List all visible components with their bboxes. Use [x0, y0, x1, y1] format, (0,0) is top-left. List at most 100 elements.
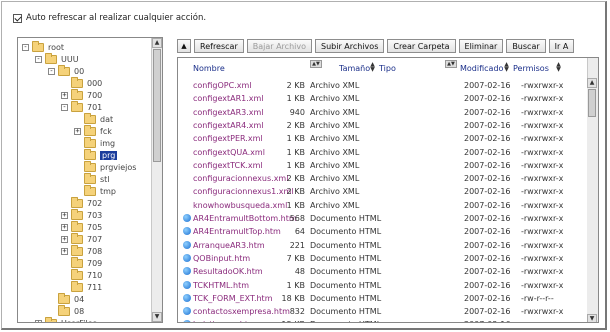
tree-node-label[interactable]: 08 [74, 307, 84, 316]
column-header-modified[interactable]: Modificado [460, 64, 503, 73]
scroll-up-arrow-icon[interactable]: ▲ [152, 38, 162, 48]
file-row[interactable]: configextTCK.xml 1 KB Archivo XML 2007-02-1… [178, 159, 588, 172]
file-name[interactable]: TCK_FORM_EXT.htm [193, 294, 272, 303]
tree-node-label[interactable]: UserFiles [61, 319, 97, 323]
scrollbar-thumb[interactable] [153, 49, 161, 162]
scrollbar-thumb[interactable] [588, 89, 596, 117]
tree-node-label[interactable]: prgviejos [100, 163, 136, 172]
tree-node-fck[interactable]: + fck [74, 124, 112, 137]
tree-node-label[interactable]: 711 [87, 283, 102, 292]
column-header-permissions[interactable]: Permisos [513, 64, 549, 73]
file-name[interactable]: knowhowbusqueda.xml [193, 201, 287, 210]
expand-icon[interactable]: + [61, 247, 68, 255]
column-header-type[interactable]: Tipo [379, 64, 396, 73]
file-name[interactable]: ArranqueAR3.htm [193, 241, 265, 250]
collapse-icon[interactable]: - [22, 43, 29, 51]
tree-node-00[interactable]: - 00 [48, 64, 84, 77]
scroll-down-arrow-icon[interactable]: ▼ [152, 312, 162, 322]
tree-node-04[interactable]: 04 [48, 292, 84, 305]
file-name[interactable]: configextTCK.xml [193, 161, 263, 170]
tree-node-img[interactable]: img [74, 136, 115, 149]
file-name[interactable]: ResultadoOK.htm [193, 267, 263, 276]
tree-node-711[interactable]: 711 [61, 280, 102, 293]
tree-node-label[interactable]: 000 [87, 79, 102, 88]
tree-node-label[interactable]: dat [100, 115, 113, 124]
tree-node-prgviejos[interactable]: prgviejos [74, 160, 136, 173]
collapse-icon[interactable]: - [61, 103, 68, 111]
file-name[interactable]: QOBinput.htm [193, 254, 250, 263]
upload-files-button[interactable]: Subir Archivos [315, 39, 385, 53]
tree-node-tmp[interactable]: tmp [74, 184, 116, 197]
tree-node-dat[interactable]: dat [74, 112, 113, 125]
tree-node-label[interactable]: img [100, 139, 115, 148]
tree-node-708[interactable]: +708 [61, 244, 102, 257]
tree-node-703[interactable]: +703 [61, 208, 102, 221]
tree-node-label[interactable]: 705 [87, 223, 102, 232]
expand-icon[interactable]: + [35, 319, 42, 322]
tree-node-label[interactable]: 708 [87, 247, 102, 256]
file-name[interactable]: configextQUA.xml [193, 148, 265, 157]
sort-toggle-icon[interactable]: ▲▼ [310, 60, 322, 68]
file-row[interactable]: AR4EntramultTop.htm 64 Documento HTML 2007-… [178, 225, 588, 238]
autorefresh-checkbox[interactable] [13, 13, 22, 23]
file-name[interactable]: configextAR3.xml [193, 108, 264, 117]
file-row[interactable]: configuracionnexus1.xml 2 KB Archivo XML 20… [178, 185, 588, 198]
tree-node-label[interactable]: 709 [87, 259, 102, 268]
file-row[interactable]: configOPC.xml 2 KB Archivo XML 2007-02-16 -r… [178, 79, 588, 92]
autorefresh-option[interactable]: Auto refrescar al realizar cualquier acc… [13, 12, 206, 24]
file-row[interactable]: configextAR3.xml 940 Archivo XML 2007-02-16… [178, 106, 588, 119]
file-row[interactable]: configuracionnexus.xml 2 KB Archivo XML 200… [178, 172, 588, 185]
file-name[interactable]: configextAR4.xml [193, 121, 264, 130]
tree-node-label[interactable]: 04 [74, 295, 84, 304]
tree-node-label[interactable]: 707 [87, 235, 102, 244]
tree-node-702[interactable]: 702 [61, 196, 102, 209]
file-row[interactable]: ResultadoOK.htm 48 Documento HTML 2007-02-1… [178, 265, 588, 278]
tree-node-707[interactable]: +707 [61, 232, 102, 245]
expand-icon[interactable]: + [61, 91, 68, 99]
sort-toggle-icon[interactable]: ▲▼ [445, 60, 457, 68]
file-row[interactable]: contactosxempresa.htm 832 Documento HTML 20… [178, 305, 588, 318]
file-list-scrollbar-track[interactable]: ▲ ▼ [587, 78, 598, 322]
tree-node-prg[interactable]: prg [74, 148, 118, 161]
expand-icon[interactable]: + [74, 127, 81, 135]
tree-node-label[interactable]: 00 [74, 67, 84, 76]
file-row[interactable]: configextQUA.xml 1 KB Archivo XML 2007-02-1… [178, 146, 588, 159]
file-row[interactable]: hoistiempo.htm 15 KB Documento HTML 2007-02… [178, 318, 588, 322]
file-row[interactable]: configextAR4.xml 2 KB Archivo XML 2007-02-1… [178, 119, 588, 132]
file-name[interactable]: AR4EntramultBottom.htm [193, 214, 297, 223]
sort-arrows-icon[interactable]: ▲ ▼ [555, 62, 562, 73]
tree-node-701[interactable]: - 701 [61, 100, 102, 113]
expand-icon[interactable]: + [61, 235, 68, 243]
tree-node-710[interactable]: 710 [61, 268, 102, 281]
tree-node-label[interactable]: prg [100, 150, 118, 160]
tree-node-label[interactable]: 702 [87, 199, 102, 208]
column-header-size[interactable]: Tamaño [339, 64, 370, 73]
tree-node-userfiles[interactable]: + UserFiles [35, 316, 97, 323]
file-name[interactable]: contactosxempresa.htm [193, 307, 290, 316]
tree-node-709[interactable]: 709 [61, 256, 102, 269]
column-header-name[interactable]: Nombre [193, 64, 225, 73]
file-row[interactable]: knowhowbusqueda.xml 1 KB Archivo XML 2007-0… [178, 199, 588, 212]
tree-node-stl[interactable]: stl [74, 172, 110, 185]
tree-node-label[interactable]: UUU [61, 55, 79, 64]
tree-node-label[interactable]: root [48, 43, 64, 52]
tree-node-label[interactable]: 703 [87, 211, 102, 220]
file-row[interactable]: TCKHTML.htm 1 KB Documento HTML 2007-02-16-… [178, 279, 588, 292]
download-file-button[interactable]: Bajar Archivo [246, 39, 312, 53]
file-row[interactable]: TCK_FORM_EXT.htm 18 KB Documento HTML 2007-… [178, 292, 588, 305]
sort-arrows-icon[interactable]: ▲ ▼ [369, 62, 376, 73]
tree-scrollbar[interactable]: ▲ ▼ [151, 38, 162, 322]
tree-node-label[interactable]: tmp [100, 187, 116, 196]
file-list-scrollbar[interactable]: ▲ ▼ [587, 58, 598, 322]
file-name[interactable]: AR4EntramultTop.htm [193, 227, 281, 236]
goto-button[interactable]: Ir A [548, 39, 575, 53]
tree-node-uuu[interactable]: - UUU [35, 52, 79, 65]
tree-node-label[interactable]: 700 [87, 91, 102, 100]
expand-icon[interactable]: + [61, 223, 68, 231]
refresh-button[interactable]: Refrescar [194, 39, 244, 53]
tree-node-label[interactable]: fck [100, 127, 112, 136]
tree-node-08[interactable]: 08 [48, 304, 84, 317]
search-button[interactable]: Buscar [506, 39, 546, 53]
scroll-up-arrow-icon[interactable]: ▲ [587, 78, 597, 88]
collapse-icon[interactable]: - [35, 55, 42, 63]
